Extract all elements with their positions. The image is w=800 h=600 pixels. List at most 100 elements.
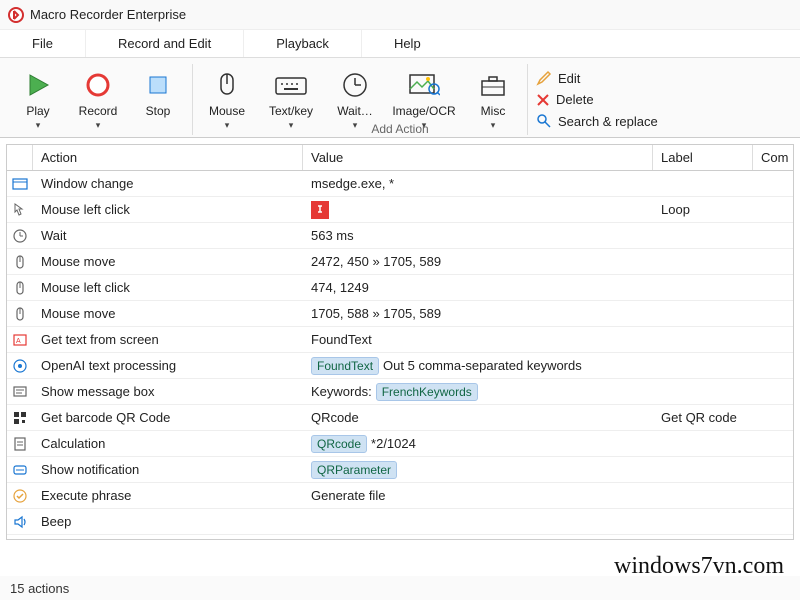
- ribbon-group-add-action: Mouse ▾ Text/key ▾ Wait… ▾ Image/OCR ▾ M…: [193, 64, 528, 135]
- table-row[interactable]: Show message boxKeywords:FrenchKeywords: [7, 379, 793, 405]
- mouse-icon: [7, 280, 33, 296]
- menu-help[interactable]: Help: [362, 30, 453, 57]
- table-row[interactable]: Show notificationQRParameter: [7, 457, 793, 483]
- chevron-down-icon: ▾: [289, 120, 294, 131]
- table-row[interactable]: OpenAI text processingFoundText Out 5 co…: [7, 353, 793, 379]
- pencil-icon: [536, 70, 552, 86]
- table-row[interactable]: A Get text from screenFoundText: [7, 327, 793, 353]
- action-grid: Action Value Label Com Window changemsed…: [6, 144, 794, 540]
- x-icon: [536, 93, 550, 107]
- row-action: Beep: [33, 514, 303, 529]
- app-title: Macro Recorder Enterprise: [30, 7, 186, 22]
- row-value: [303, 201, 653, 219]
- menu-playback[interactable]: Playback: [244, 30, 362, 57]
- qr-icon: [7, 410, 33, 426]
- variable-chip: FoundText: [311, 357, 379, 375]
- col-com[interactable]: Com: [753, 145, 793, 170]
- clock-icon: [341, 68, 369, 102]
- table-row[interactable]: Mouse left click Loop: [7, 197, 793, 223]
- textkey-button[interactable]: Text/key ▾: [257, 64, 325, 135]
- chevron-down-icon: ▾: [353, 120, 358, 131]
- ribbon: Play ▾ Record ▾ Stop Mouse ▾ Text/key ▾ …: [0, 58, 800, 138]
- keyboard-icon: [274, 68, 308, 102]
- red-square-icon: [311, 201, 329, 219]
- stop-icon: [144, 68, 172, 102]
- ribbon-side-panel: Edit Delete Search & replace: [528, 64, 666, 135]
- row-value: QRcode: [303, 410, 653, 425]
- window-icon: [7, 176, 33, 192]
- mouse-icon: [7, 254, 33, 270]
- row-label: Get QR code: [653, 410, 753, 425]
- add-action-label: Add Action: [371, 122, 428, 136]
- menu-record-edit[interactable]: Record and Edit: [86, 30, 244, 57]
- row-value: Generate file: [303, 488, 653, 503]
- ribbon-group-playback: Play ▾ Record ▾ Stop: [4, 64, 193, 135]
- notify-icon: [7, 462, 33, 478]
- image-icon: [408, 68, 440, 102]
- col-action[interactable]: Action: [33, 145, 303, 170]
- variable-chip: FrenchKeywords: [376, 383, 478, 401]
- record-icon: [84, 68, 112, 102]
- chevron-down-icon: ▾: [491, 120, 496, 131]
- misc-button[interactable]: Misc ▾: [463, 64, 523, 135]
- status-count: 15 actions: [10, 581, 69, 596]
- beep-icon: [7, 514, 33, 530]
- row-label: Loop: [653, 202, 753, 217]
- row-value: FoundText Out 5 comma-separated keywords: [303, 357, 653, 375]
- briefcase-icon: [478, 68, 508, 102]
- mouse-button[interactable]: Mouse ▾: [197, 64, 257, 135]
- search-icon: [536, 113, 552, 129]
- svg-text:A: A: [16, 338, 21, 345]
- table-row[interactable]: CalculationQRcode *2/1024: [7, 431, 793, 457]
- app-icon: [8, 7, 24, 23]
- table-row[interactable]: Get barcode QR CodeQRcodeGet QR code: [7, 405, 793, 431]
- phrase-icon: [7, 488, 33, 504]
- variable-chip: QRcode: [311, 435, 367, 453]
- row-value: Keywords:FrenchKeywords: [303, 383, 653, 401]
- row-action: OpenAI text processing: [33, 358, 303, 373]
- edit-action[interactable]: Edit: [536, 70, 658, 86]
- row-value: 1705, 588 » 1705, 589: [303, 306, 653, 321]
- table-row[interactable]: Mouse left click474, 1249: [7, 275, 793, 301]
- msgbox-icon: [7, 384, 33, 400]
- col-label[interactable]: Label: [653, 145, 753, 170]
- play-button[interactable]: Play ▾: [8, 64, 68, 135]
- row-action: Mouse left click: [33, 202, 303, 217]
- calc-icon: [7, 436, 33, 452]
- row-value: FoundText: [303, 332, 653, 347]
- menu-file[interactable]: File: [0, 30, 86, 57]
- mouse-icon: [213, 68, 241, 102]
- row-value: QRParameter: [303, 461, 653, 479]
- stop-button[interactable]: Stop: [128, 64, 188, 122]
- row-value: 563 ms: [303, 228, 653, 243]
- table-row[interactable]: Mouse move1705, 588 » 1705, 589: [7, 301, 793, 327]
- row-value: 474, 1249: [303, 280, 653, 295]
- variable-chip: QRParameter: [311, 461, 397, 479]
- chevron-down-icon: ▾: [96, 120, 101, 131]
- search-replace-action[interactable]: Search & replace: [536, 113, 658, 129]
- clock-icon: [7, 228, 33, 244]
- play-icon: [24, 68, 52, 102]
- row-action: Execute phrase: [33, 488, 303, 503]
- table-row[interactable]: Window changemsedge.exe, *: [7, 171, 793, 197]
- watermark: windows7vn.com: [614, 553, 784, 580]
- title-bar: Macro Recorder Enterprise: [0, 0, 800, 30]
- col-value[interactable]: Value: [303, 145, 653, 170]
- table-row[interactable]: Beep: [7, 509, 793, 535]
- row-value: QRcode *2/1024: [303, 435, 653, 453]
- delete-action[interactable]: Delete: [536, 92, 658, 107]
- ocr-icon: A: [7, 332, 33, 348]
- row-action: Mouse move: [33, 254, 303, 269]
- row-action: Mouse left click: [33, 280, 303, 295]
- table-row[interactable]: Wait563 ms: [7, 223, 793, 249]
- mouse-icon: [7, 306, 33, 322]
- row-action: Get text from screen: [33, 332, 303, 347]
- record-button[interactable]: Record ▾: [68, 64, 128, 135]
- grid-header: Action Value Label Com: [7, 145, 793, 171]
- table-row[interactable]: Execute phraseGenerate file: [7, 483, 793, 509]
- table-row[interactable]: Mouse move2472, 450 » 1705, 589: [7, 249, 793, 275]
- chevron-down-icon: ▾: [225, 120, 230, 131]
- row-action: Calculation: [33, 436, 303, 451]
- menu-bar: File Record and Edit Playback Help: [0, 30, 800, 58]
- row-value: msedge.exe, *: [303, 176, 653, 191]
